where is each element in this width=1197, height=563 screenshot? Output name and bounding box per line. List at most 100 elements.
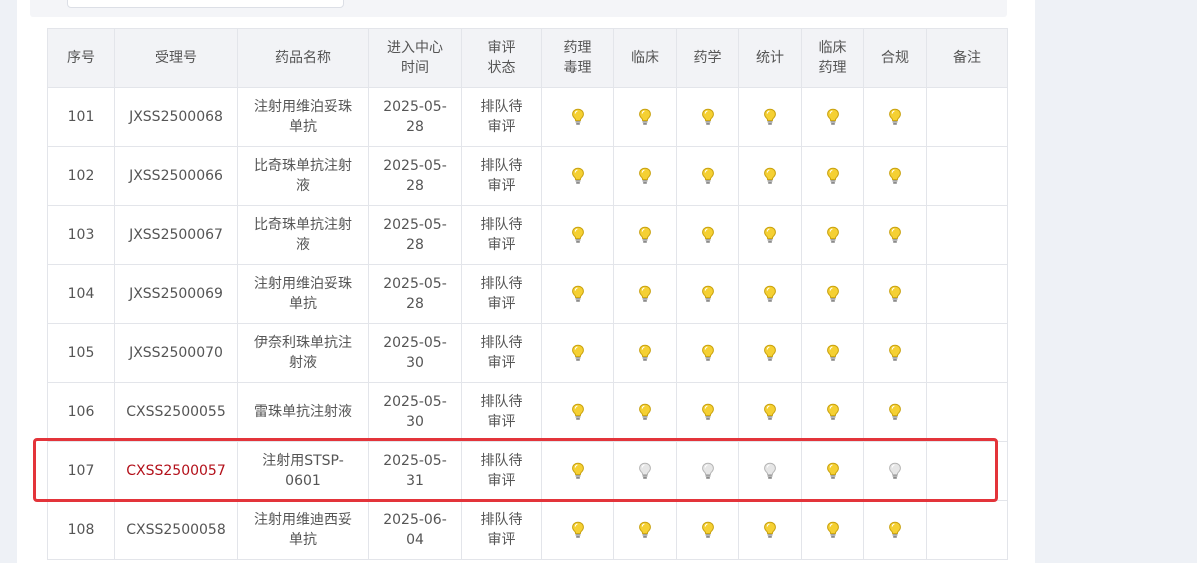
acceptance-number-cell: CXSS2500058 (114, 500, 238, 560)
review-indicator-cell (541, 441, 614, 501)
column-header: 序号 (47, 28, 115, 88)
table-row[interactable]: 105 JXSS2500070 伊奈利珠单抗注射液 2025-05-30 排队待审评 (47, 323, 1008, 383)
lightbulb-on-icon (571, 167, 584, 184)
review-indicator-cell (613, 441, 677, 501)
review-indicator-cell (676, 87, 739, 147)
review-status-cell: 排队待审评 (461, 441, 542, 501)
entry-date-cell: 2025-05-30 (368, 323, 462, 383)
drug-name-cell: 比奇珠单抗注射液 (237, 205, 369, 265)
review-indicator-cell (738, 205, 802, 265)
lightbulb-on-icon (889, 285, 901, 302)
entry-date-cell: 2025-05-28 (368, 264, 462, 324)
lightbulb-on-icon (571, 226, 584, 243)
lightbulb-on-icon (764, 403, 776, 420)
review-indicator-cell (676, 441, 739, 501)
review-indicator-cell (541, 382, 614, 442)
remark-cell (926, 87, 1008, 147)
lightbulb-on-icon (826, 344, 839, 361)
row-number-cell: 103 (47, 205, 115, 265)
lightbulb-on-icon (571, 108, 584, 125)
review-indicator-cell (613, 87, 677, 147)
lightbulb-on-icon (701, 344, 714, 361)
review-indicator-cell (863, 382, 927, 442)
review-indicator-cell (801, 264, 864, 324)
column-header: 合规 (863, 28, 927, 88)
lightbulb-on-icon (639, 108, 651, 125)
table-row[interactable]: 106 CXSS2500055 雷珠单抗注射液 2025-05-30 排队待审评 (47, 382, 1008, 442)
lightbulb-on-icon (639, 344, 651, 361)
lightbulb-off-icon (764, 462, 776, 479)
lightbulb-on-icon (571, 462, 584, 479)
review-status-cell: 排队待审评 (461, 87, 542, 147)
review-table: 序号 受理号 药品名称 进入中心时间 审评状态 药理毒理 临床 药学 统计 临床药理 合规 备注 10… (47, 28, 1008, 560)
lightbulb-on-icon (639, 521, 651, 538)
lightbulb-on-icon (889, 403, 901, 420)
table-body: 101 JXSS2500068 注射用维泊妥珠单抗 2025-05-28 排队待审评 10… (47, 87, 1008, 560)
lightbulb-on-icon (889, 521, 901, 538)
drug-name-cell: 比奇珠单抗注射液 (237, 146, 369, 206)
entry-date-cell: 2025-05-31 (368, 441, 462, 501)
column-header: 进入中心时间 (368, 28, 462, 88)
column-header: 备注 (926, 28, 1008, 88)
lightbulb-on-icon (571, 344, 584, 361)
review-status-cell: 排队待审评 (461, 500, 542, 560)
drug-name-cell: 雷珠单抗注射液 (237, 382, 369, 442)
lightbulb-on-icon (639, 226, 651, 243)
entry-date-cell: 2025-06-04 (368, 500, 462, 560)
review-indicator-cell (676, 500, 739, 560)
review-indicator-cell (801, 382, 864, 442)
review-indicator-cell (863, 146, 927, 206)
row-number-cell: 102 (47, 146, 115, 206)
remark-cell (926, 441, 1008, 501)
table-row[interactable]: 102 JXSS2500066 比奇珠单抗注射液 2025-05-28 排队待审评 (47, 146, 1008, 206)
lightbulb-on-icon (701, 108, 714, 125)
lightbulb-on-icon (826, 403, 839, 420)
review-indicator-cell (541, 205, 614, 265)
drug-name-cell: 注射用维泊妥珠单抗 (237, 264, 369, 324)
lightbulb-on-icon (764, 521, 776, 538)
remark-cell (926, 146, 1008, 206)
table-row[interactable]: 108 CXSS2500058 注射用维迪西妥单抗 2025-06-04 排队待审评 (47, 500, 1008, 560)
lightbulb-on-icon (826, 226, 839, 243)
review-indicator-cell (613, 146, 677, 206)
review-indicator-cell (738, 323, 802, 383)
review-status-cell: 排队待审评 (461, 205, 542, 265)
review-indicator-cell (541, 264, 614, 324)
review-indicator-cell (541, 323, 614, 383)
remark-cell (926, 205, 1008, 265)
lightbulb-on-icon (889, 226, 901, 243)
entry-date-cell: 2025-05-28 (368, 205, 462, 265)
review-indicator-cell (801, 87, 864, 147)
search-input[interactable] (67, 0, 344, 8)
column-header: 临床 (613, 28, 677, 88)
drug-name-cell: 伊奈利珠单抗注射液 (237, 323, 369, 383)
review-indicator-cell (541, 146, 614, 206)
review-indicator-cell (801, 441, 864, 501)
table-row[interactable]: 103 JXSS2500067 比奇珠单抗注射液 2025-05-28 排队待审评 (47, 205, 1008, 265)
review-indicator-cell (613, 323, 677, 383)
table-header: 序号 受理号 药品名称 进入中心时间 审评状态 药理毒理 临床 药学 统计 临床药理 合规 备注 (47, 28, 1008, 88)
lightbulb-on-icon (701, 403, 714, 420)
table-row[interactable]: 107 CXSS2500057 注射用STSP-0601 2025-05-31 排队待审… (47, 441, 1008, 501)
review-indicator-cell (613, 205, 677, 265)
review-indicator-cell (676, 205, 739, 265)
table-row[interactable]: 101 JXSS2500068 注射用维泊妥珠单抗 2025-05-28 排队待审评 (47, 87, 1008, 147)
review-status-cell: 排队待审评 (461, 323, 542, 383)
row-number-cell: 105 (47, 323, 115, 383)
review-indicator-cell (801, 500, 864, 560)
acceptance-number-cell: CXSS2500057 (114, 441, 238, 501)
row-number-cell: 108 (47, 500, 115, 560)
remark-cell (926, 382, 1008, 442)
row-number-cell: 101 (47, 87, 115, 147)
lightbulb-on-icon (764, 167, 776, 184)
lightbulb-on-icon (639, 403, 651, 420)
review-indicator-cell (676, 146, 739, 206)
review-status-cell: 排队待审评 (461, 146, 542, 206)
review-indicator-cell (541, 500, 614, 560)
review-indicator-cell (738, 264, 802, 324)
lightbulb-on-icon (639, 285, 651, 302)
table-row[interactable]: 104 JXSS2500069 注射用维泊妥珠单抗 2025-05-28 排队待审评 (47, 264, 1008, 324)
remark-cell (926, 500, 1008, 560)
review-indicator-cell (863, 441, 927, 501)
column-header: 药品名称 (237, 28, 369, 88)
